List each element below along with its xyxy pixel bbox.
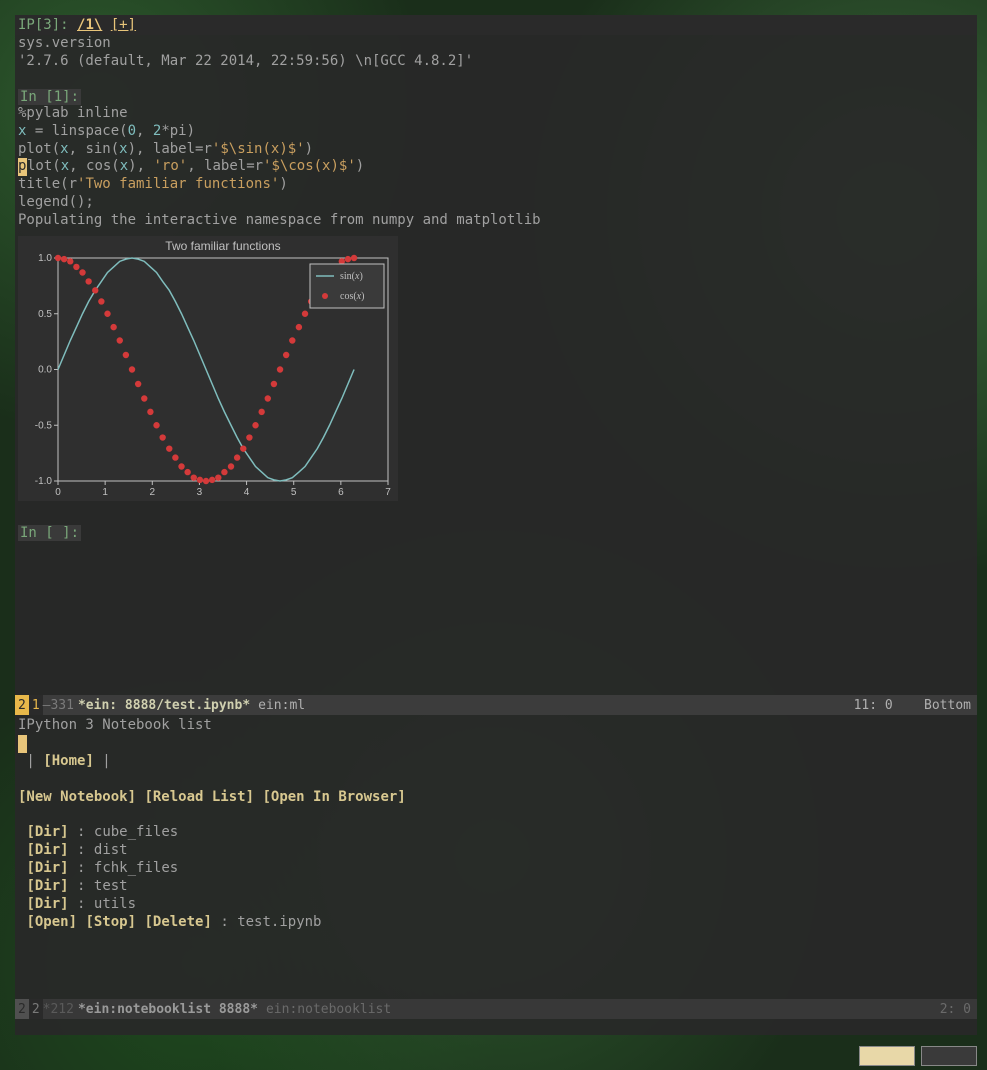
workspace-badge[interactable]: 2 xyxy=(15,695,29,715)
dir-entry: [Dir] : cube_files xyxy=(18,824,974,842)
cursor: p xyxy=(18,158,27,176)
window-badge[interactable]: 1 xyxy=(29,695,43,715)
delete-file-button[interactable]: [Delete] xyxy=(144,914,211,930)
svg-text:3: 3 xyxy=(197,487,203,498)
stop-file-button[interactable]: [Stop] xyxy=(85,914,136,930)
svg-text:-1.0: -1.0 xyxy=(35,476,53,487)
file-entry: [Open] [Stop] [Delete] : test.ipynb xyxy=(18,914,974,932)
empty-cell-input[interactable] xyxy=(18,541,974,559)
plot-svg: Two familiar functions 0 1 2 3 4 5 6 7 -1.0 -0.5 0.… xyxy=(18,236,398,501)
cell-2-line-5[interactable]: title(r'Two familiar functions') xyxy=(18,176,974,194)
cell-2-output-text: Populating the interactive namespace fro… xyxy=(18,212,974,230)
dir-entry: [Dir] : test xyxy=(18,878,974,896)
dir-link[interactable]: [Dir] xyxy=(26,860,68,876)
header-kernel[interactable]: /1\ xyxy=(77,17,102,33)
cell-1-output: '2.7.6 (default, Mar 22 2014, 22:59:56) … xyxy=(18,53,974,71)
reload-list-button[interactable]: [Reload List] xyxy=(144,789,254,805)
svg-text:4: 4 xyxy=(244,487,250,498)
cell-2-line-2[interactable]: x = linspace(0, 2*pi) xyxy=(18,123,974,141)
svg-text:7: 7 xyxy=(385,487,391,498)
window-badge-2[interactable]: 2 xyxy=(29,999,43,1019)
header-prefix: IP[3]: xyxy=(18,17,77,33)
buffer-name-2: *ein:notebooklist 8888* xyxy=(74,1002,262,1017)
minibuffer[interactable] xyxy=(15,1019,977,1035)
file-name: test.ipynb xyxy=(237,914,321,930)
dir-link[interactable]: [Dir] xyxy=(26,878,68,894)
notebook-pane[interactable]: sys.version '2.7.6 (default, Mar 22 2014… xyxy=(15,35,977,695)
taskbar-item[interactable] xyxy=(921,1046,977,1066)
empty-cell-prompt: In [ ]: xyxy=(18,525,81,541)
line-col: 11: 0 xyxy=(854,698,893,713)
open-in-browser-button[interactable]: [Open In Browser] xyxy=(262,789,405,805)
svg-text:0.5: 0.5 xyxy=(38,309,52,320)
svg-text:2: 2 xyxy=(150,487,156,498)
cell-2-prompt: In [1]: xyxy=(18,89,81,105)
svg-text:6: 6 xyxy=(338,487,344,498)
major-mode-2: ein:notebooklist xyxy=(262,1002,395,1017)
line-col-2: 2: 0 xyxy=(940,1002,971,1017)
workspace-badge-2[interactable]: 2 xyxy=(15,999,29,1019)
dir-entry: [Dir] : dist xyxy=(18,842,974,860)
svg-text:5: 5 xyxy=(291,487,297,498)
taskbar xyxy=(859,1046,977,1066)
notebooklist-actions: [New Notebook] [Reload List] [Open In Br… xyxy=(18,789,974,807)
svg-text:1: 1 xyxy=(102,487,108,498)
svg-text:-0.5: -0.5 xyxy=(35,420,53,431)
plot-output: Two familiar functions 0 1 2 3 4 5 6 7 -1.0 -0.5 0.… xyxy=(18,236,398,505)
svg-text:0.0: 0.0 xyxy=(38,365,52,376)
scroll-position: Bottom xyxy=(924,698,971,713)
modeline-top: 21 — 331 *ein: 8888/test.ipynb* ein:ml 1… xyxy=(15,695,977,715)
notebooklist-title: IPython 3 Notebook list xyxy=(18,717,974,735)
home-link[interactable]: [Home] xyxy=(43,753,94,769)
breadcrumb: | [Home] | xyxy=(18,753,974,771)
cursor-bottom xyxy=(18,735,27,753)
dir-entry: [Dir] : fchk_files xyxy=(18,860,974,878)
cell-2-line-4[interactable]: plot(x, cos(x), 'ro', label=r'$\cos(x)$'… xyxy=(18,158,974,176)
cell-2-line-1[interactable]: %pylab inline xyxy=(18,105,974,123)
new-notebook-button[interactable]: [New Notebook] xyxy=(18,789,136,805)
cell-2-line-6[interactable]: legend(); xyxy=(18,194,974,212)
svg-text:cos(x): cos(x) xyxy=(340,291,364,302)
notebooklist-pane[interactable]: IPython 3 Notebook list | [Home] | [New … xyxy=(15,715,977,999)
cell-2-line-3[interactable]: plot(x, sin(x), label=r'$\sin(x)$') xyxy=(18,141,974,159)
svg-text:sin(x): sin(x) xyxy=(340,271,363,282)
major-mode: ein:ml xyxy=(254,698,309,713)
buffer-name: *ein: 8888/test.ipynb* xyxy=(74,698,254,713)
modeline-bottom: 22 * 212 *ein:notebooklist 8888* ein:not… xyxy=(15,999,977,1019)
header-add-kernel[interactable]: [+] xyxy=(111,17,136,33)
dir-link[interactable]: [Dir] xyxy=(26,842,68,858)
svg-text:1.0: 1.0 xyxy=(38,253,52,264)
dir-entry: [Dir] : utils xyxy=(18,896,974,914)
svg-text:Two familiar functions: Two familiar functions xyxy=(165,239,280,253)
emacs-window: IP[3]: /1\ [+] sys.version '2.7.6 (defau… xyxy=(15,15,977,1035)
header-line: IP[3]: /1\ [+] xyxy=(15,15,977,35)
svg-text:0: 0 xyxy=(55,487,61,498)
dir-link[interactable]: [Dir] xyxy=(26,824,68,840)
open-file-button[interactable]: [Open] xyxy=(26,914,77,930)
dir-link[interactable]: [Dir] xyxy=(26,896,68,912)
cell-1-input[interactable]: sys.version xyxy=(18,35,974,53)
taskbar-item[interactable] xyxy=(859,1046,915,1066)
